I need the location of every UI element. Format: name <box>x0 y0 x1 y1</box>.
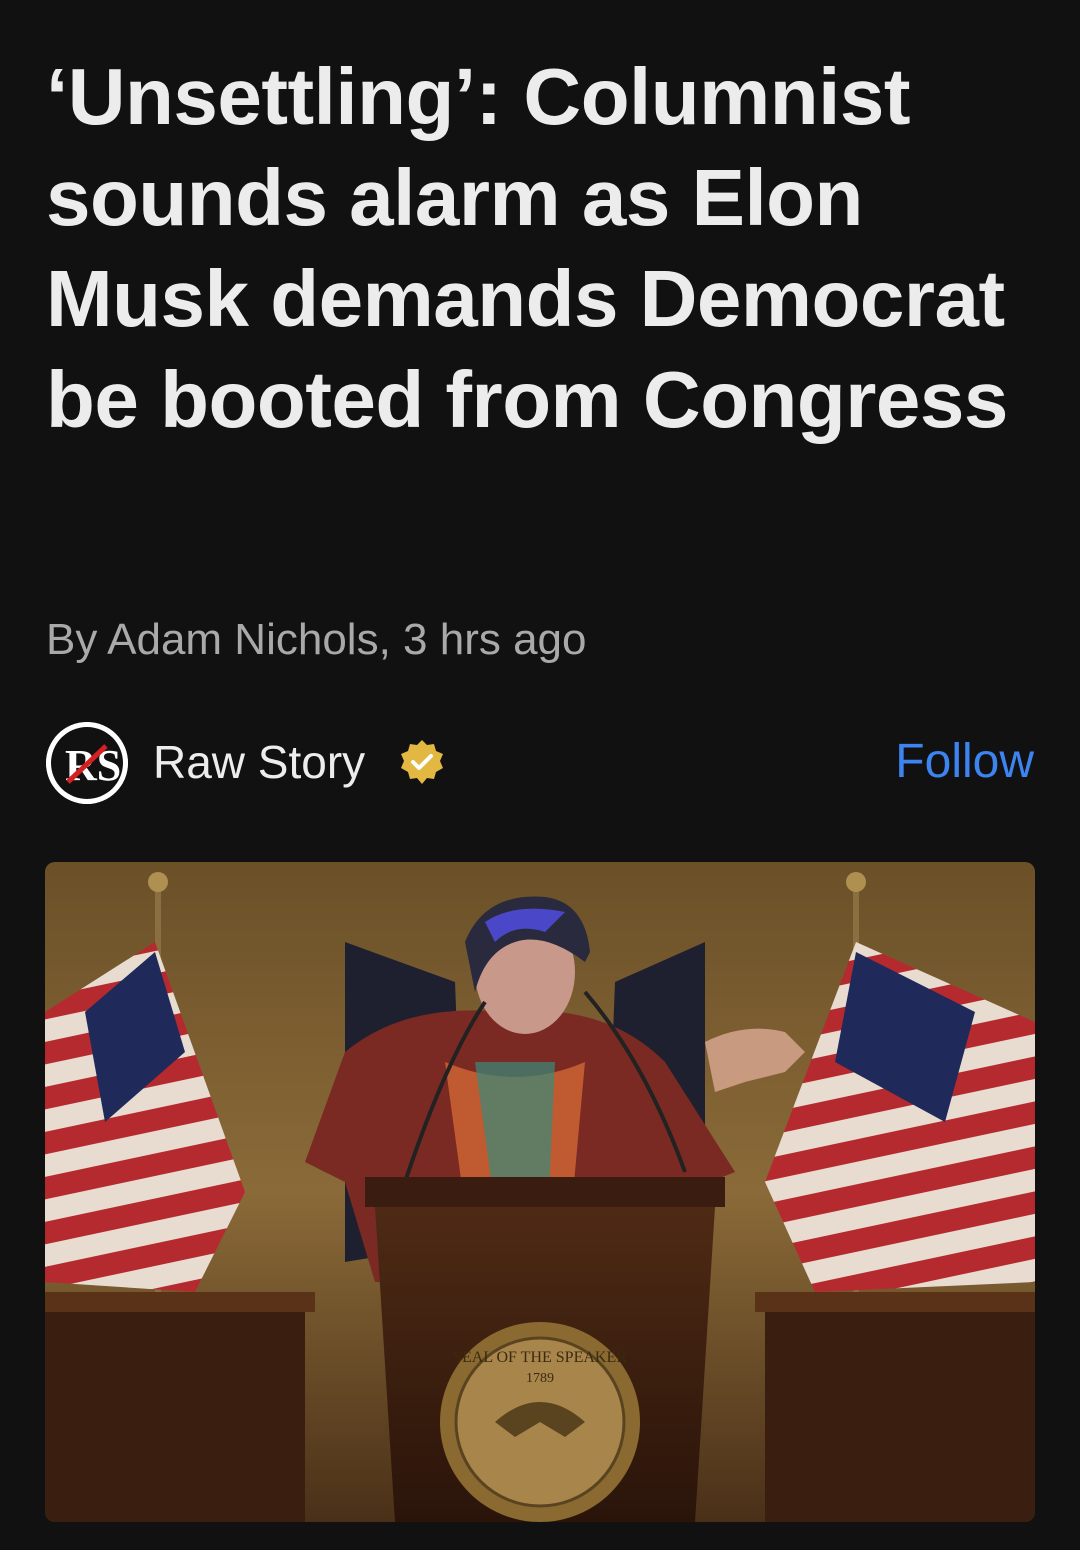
publisher-logo[interactable]: RS <box>46 722 128 804</box>
logo-letters: RS <box>65 741 121 790</box>
publisher-row: RS Raw Story Follow <box>46 722 1034 806</box>
publisher-name[interactable]: Raw Story <box>153 734 365 790</box>
svg-text:SEAL OF THE SPEAKER: SEAL OF THE SPEAKER <box>453 1349 627 1366</box>
verified-badge-icon <box>398 738 446 786</box>
article-photo[interactable]: SEAL OF THE SPEAKER 1789 <box>45 862 1035 1522</box>
speaker-seal: SEAL OF THE SPEAKER 1789 <box>440 1322 640 1522</box>
svg-text:1789: 1789 <box>526 1371 554 1386</box>
article-byline: By Adam Nichols, 3 hrs ago <box>46 615 587 664</box>
follow-button[interactable]: Follow <box>895 734 1034 790</box>
article-headline: ‘Unsettling’: Columnist sounds alarm as … <box>46 52 1008 444</box>
